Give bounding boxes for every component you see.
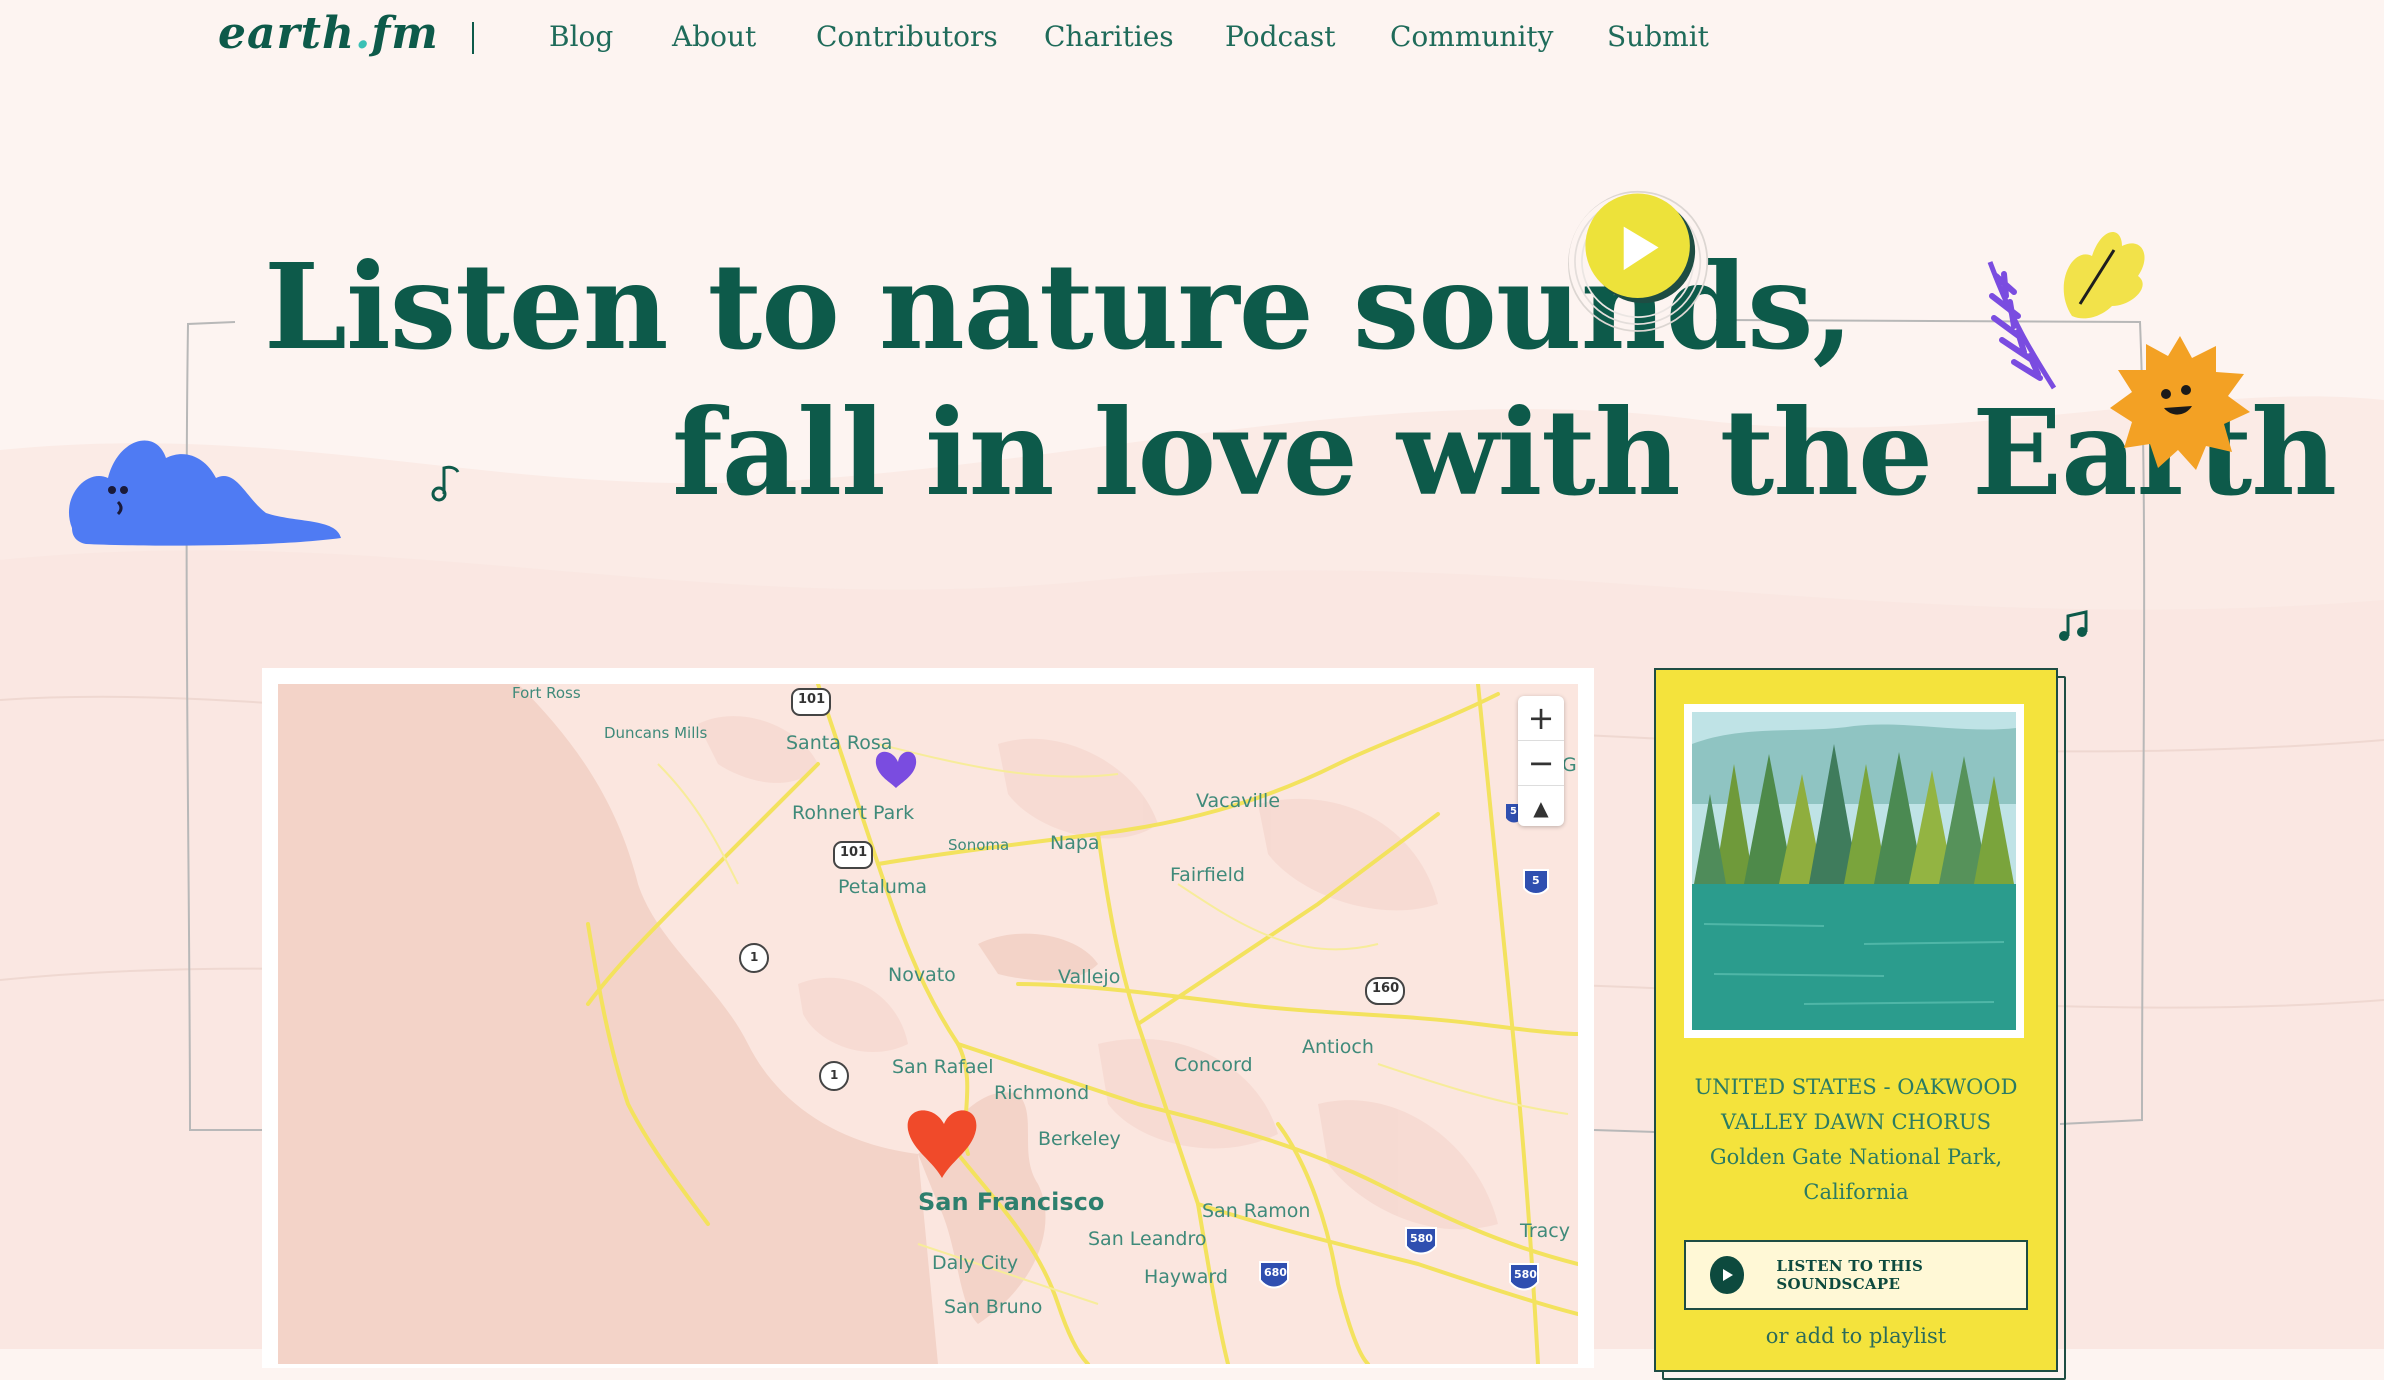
map-label: Sonoma (948, 836, 1010, 854)
shield-label: 1 (750, 950, 759, 964)
map-label: Berkeley (1038, 1128, 1121, 1150)
map-label: Fort Ross (512, 684, 581, 702)
shield-label: 580 (1410, 1232, 1433, 1245)
logo-tail: fm (371, 8, 439, 59)
nav-link-community[interactable]: Community (1390, 20, 1553, 53)
location-line3: Golden Gate National Park, (1709, 1145, 2003, 1169)
shield-label: 101 (840, 845, 868, 860)
map-label: Santa Rosa (786, 732, 893, 754)
nav-link-submit[interactable]: Submit (1607, 20, 1709, 53)
shield-label: 580 (1514, 1268, 1537, 1281)
soundscape-card: UNITED STATES - OAKWOOD VALLEY DAWN CHOR… (1654, 668, 2058, 1372)
compass-button[interactable]: ▲ (1518, 786, 1564, 830)
map-label: Vacaville (1196, 790, 1281, 812)
nav-link-podcast[interactable]: Podcast (1225, 20, 1335, 53)
logo-main: earth (218, 8, 355, 59)
cloud-character-icon (68, 440, 341, 546)
map-label: Hayward (1144, 1266, 1228, 1288)
map-label: Fairfield (1170, 864, 1245, 886)
play-icon (1710, 1256, 1745, 1294)
logo[interactable]: earth.fm (218, 8, 439, 59)
map-label: Antioch (1302, 1036, 1374, 1058)
soundscape-location: UNITED STATES - OAKWOOD VALLEY DAWN CHOR… (1656, 1070, 2056, 1210)
shield-label: 101 (798, 692, 826, 707)
map-label: Novato (888, 964, 956, 986)
yellow-leaf-icon (2063, 232, 2145, 319)
map-label: Duncans Mills (604, 724, 708, 742)
map-view[interactable]: Fort Ross Duncans Mills Santa Rosa Rohne… (278, 684, 1578, 1364)
map-label: Petaluma (838, 876, 928, 898)
map-label: San Ramon (1202, 1200, 1311, 1222)
nav-separator (472, 22, 474, 54)
location-line2: VALLEY DAWN CHORUS (1721, 1110, 1991, 1134)
shield-label: 1 (830, 1068, 839, 1082)
nav-link-charities[interactable]: Charities (1044, 20, 1174, 53)
listen-button-label: LISTEN TO THIS SOUNDSCAPE (1776, 1257, 1924, 1293)
map-label: San Rafael (892, 1056, 994, 1078)
map-label: Napa (1050, 832, 1100, 854)
map-label: Vallejo (1058, 966, 1121, 988)
music-notes-icon (2059, 610, 2088, 641)
shield-label: 5 (1532, 874, 1540, 887)
map-label: Richmond (994, 1082, 1090, 1104)
shield-label: 5 (1510, 806, 1517, 817)
map-zoom-controls: + − ▲ (1518, 696, 1564, 826)
sun-character-icon (2110, 336, 2250, 470)
map-pin-purple (875, 751, 917, 788)
map-label: Daly City (932, 1252, 1019, 1274)
map-label: San Francisco (918, 1188, 1105, 1216)
shield-label: 160 (1372, 981, 1400, 996)
soundscape-image[interactable] (1684, 704, 2024, 1038)
hero-play-button[interactable] (1568, 190, 1716, 338)
map-label: San Leandro (1088, 1228, 1207, 1250)
zoom-out-button[interactable]: − (1518, 741, 1564, 786)
add-to-playlist-link[interactable]: or add to playlist (1656, 1324, 2056, 1348)
map-label: Rohnert Park (792, 802, 915, 824)
map-label: San Bruno (944, 1296, 1043, 1318)
nav-link-about[interactable]: About (672, 20, 756, 53)
shield-label: 680 (1264, 1266, 1287, 1279)
nav-link-contributors[interactable]: Contributors (816, 20, 998, 53)
nav-link-blog[interactable]: Blog (549, 20, 613, 53)
zoom-in-button[interactable]: + (1518, 696, 1564, 741)
music-note-icon (431, 465, 460, 502)
logo-dot: . (355, 8, 372, 59)
location-line4: California (1803, 1180, 1909, 1204)
listen-soundscape-button[interactable]: LISTEN TO THIS SOUNDSCAPE (1684, 1240, 2028, 1310)
map-label: Gr (1562, 754, 1578, 776)
location-line1: UNITED STATES - OAKWOOD (1694, 1075, 2018, 1099)
map-label: Tracy (1520, 1220, 1570, 1242)
hero-title-line2: fall in love with the Earth (672, 383, 2337, 522)
top-nav: earth.fm Blog About Contributors Chariti… (0, 0, 2384, 80)
map-label: Concord (1174, 1054, 1253, 1076)
map-canvas (278, 684, 1578, 1364)
